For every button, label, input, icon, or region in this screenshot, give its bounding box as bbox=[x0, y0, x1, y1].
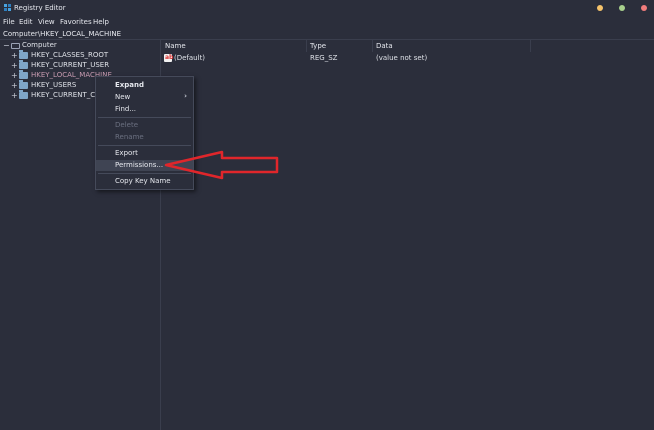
folder-icon bbox=[19, 90, 28, 99]
expand-icon[interactable]: + bbox=[11, 61, 18, 70]
menu-item-label: New bbox=[115, 93, 131, 101]
expand-icon[interactable]: + bbox=[11, 81, 18, 90]
tree-node-label: HKEY_CURRENT_USER bbox=[31, 61, 110, 69]
window-title: Registry Editor bbox=[14, 4, 66, 12]
value-name[interactable]: (Default) bbox=[174, 54, 205, 64]
address-path[interactable]: Computer\HKEY_LOCAL_MACHINE bbox=[3, 30, 121, 38]
title-bar: Registry Editor bbox=[0, 0, 654, 16]
menu-item-label: Permissions... bbox=[115, 161, 164, 169]
context-menu-new[interactable]: New › bbox=[96, 92, 193, 103]
menu-file[interactable]: File bbox=[3, 18, 15, 26]
context-menu-find[interactable]: Find... bbox=[96, 104, 193, 115]
collapse-icon[interactable]: − bbox=[3, 41, 10, 50]
menu-view[interactable]: View bbox=[38, 18, 55, 26]
registry-editor-icon bbox=[4, 4, 11, 11]
close-dot[interactable] bbox=[641, 5, 647, 11]
menu-separator bbox=[98, 117, 191, 118]
folder-icon bbox=[19, 50, 28, 59]
menu-item-label: Delete bbox=[115, 121, 138, 129]
menu-item-label: Find... bbox=[115, 105, 137, 113]
column-divider[interactable] bbox=[372, 40, 373, 52]
column-header-type[interactable]: Type bbox=[310, 42, 326, 50]
tree-node-label: HKEY_USERS bbox=[31, 81, 77, 89]
column-header-name[interactable]: Name bbox=[165, 42, 186, 50]
maximize-dot[interactable] bbox=[619, 5, 625, 11]
folder-icon bbox=[19, 60, 28, 69]
folder-icon bbox=[19, 70, 28, 79]
expand-icon[interactable]: + bbox=[11, 71, 18, 80]
column-divider[interactable] bbox=[530, 40, 531, 52]
minimize-dot[interactable] bbox=[597, 5, 603, 11]
value-data[interactable]: (value not set) bbox=[376, 54, 427, 64]
folder-icon bbox=[19, 80, 28, 89]
menu-item-label: Rename bbox=[115, 133, 144, 141]
menu-item-label: Export bbox=[115, 149, 138, 157]
computer-icon bbox=[11, 43, 20, 49]
menu-bar: File Edit View Favorites Help bbox=[0, 16, 654, 27]
expand-icon[interactable]: + bbox=[11, 91, 18, 100]
menu-favorites[interactable]: Favorites bbox=[60, 18, 92, 26]
context-menu-expand[interactable]: Expand bbox=[96, 80, 193, 91]
expand-icon[interactable]: + bbox=[11, 51, 18, 60]
column-divider[interactable] bbox=[306, 40, 307, 52]
tree-node-label: Computer bbox=[22, 41, 57, 49]
context-menu-delete: Delete bbox=[96, 120, 193, 131]
value-icon-glyph: ab bbox=[165, 54, 174, 61]
submenu-arrow-icon: › bbox=[184, 92, 187, 100]
menu-item-label: Expand bbox=[115, 81, 145, 89]
menu-help[interactable]: Help bbox=[93, 18, 109, 26]
menu-separator bbox=[98, 145, 191, 146]
column-header-data[interactable]: Data bbox=[376, 42, 393, 50]
string-value-icon: ab bbox=[164, 54, 174, 62]
context-menu-rename: Rename bbox=[96, 132, 193, 143]
menu-edit[interactable]: Edit bbox=[19, 18, 33, 26]
annotation-arrow bbox=[164, 150, 279, 180]
tree-node-label: HKEY_CLASSES_ROOT bbox=[31, 51, 109, 59]
value-type[interactable]: REG_SZ bbox=[310, 54, 337, 64]
address-bar[interactable]: Computer\HKEY_LOCAL_MACHINE bbox=[0, 28, 654, 40]
